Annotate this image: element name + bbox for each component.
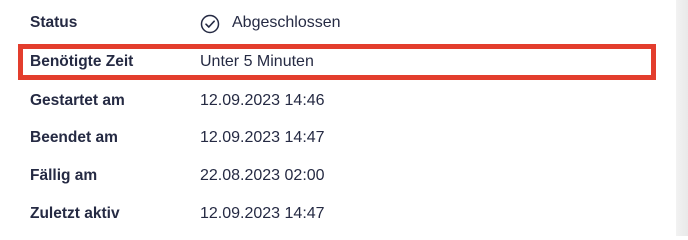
status-row: Status Abgeschlossen <box>0 6 676 40</box>
status-value: Abgeschlossen <box>232 14 341 31</box>
ended-value: 12.09.2023 14:47 <box>200 129 325 146</box>
last-active-row: Zuletzt aktiv 12.09.2023 14:47 <box>0 197 676 231</box>
status-value-container: Abgeschlossen <box>200 6 341 40</box>
due-value: 22.08.2023 02:00 <box>200 167 325 184</box>
due-row: Fällig am 22.08.2023 02:00 <box>0 159 676 193</box>
window-edge <box>676 0 688 236</box>
ended-row: Beendet am 12.09.2023 14:47 <box>0 121 676 155</box>
started-value: 12.09.2023 14:46 <box>200 92 325 109</box>
due-label: Fällig am <box>30 167 98 184</box>
last-active-value: 12.09.2023 14:47 <box>200 205 325 222</box>
ended-label: Beendet am <box>30 129 118 146</box>
started-row: Gestartet am 12.09.2023 14:46 <box>0 84 676 118</box>
check-circle-icon <box>200 13 220 34</box>
highlight-box <box>18 44 656 80</box>
last-active-label: Zuletzt aktiv <box>30 205 120 222</box>
details-panel: Status Abgeschlossen Benötigte Zeit Unte… <box>0 0 676 236</box>
status-label: Status <box>30 14 78 31</box>
started-label: Gestartet am <box>30 92 125 109</box>
